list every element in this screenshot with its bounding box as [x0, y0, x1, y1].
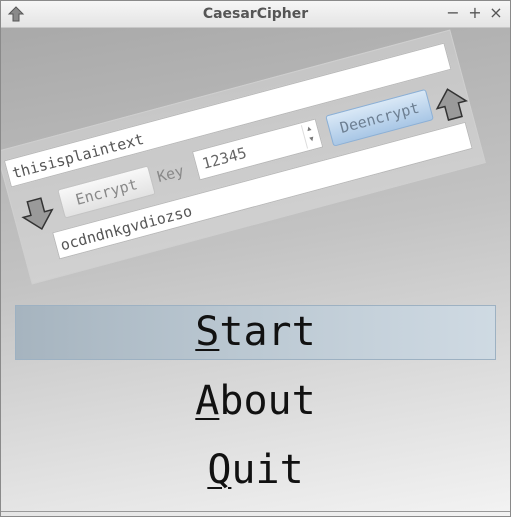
window-bottom-edge[interactable]	[1, 511, 510, 516]
quit-mnemonic: Q	[207, 447, 232, 493]
window-title: CaesarCipher	[202, 6, 309, 22]
close-button[interactable]: ×	[486, 3, 506, 23]
quit-label: uit	[231, 447, 304, 493]
key-label: Key	[155, 161, 186, 187]
quit-button[interactable]: Quit	[1, 447, 510, 493]
arrow-up-icon[interactable]	[431, 83, 474, 129]
minimize-button[interactable]: −	[443, 3, 463, 23]
main-area: thisisplaintext Encrypt Key 12345 ▲ ▼ Dee…	[1, 28, 510, 516]
spinbox-arrows[interactable]: ▲ ▼	[300, 122, 320, 149]
title-bar[interactable]: CaesarCipher − + ×	[1, 1, 510, 28]
about-label: bout	[219, 378, 316, 424]
about-mnemonic: A	[195, 378, 220, 424]
about-button[interactable]: About	[1, 378, 510, 424]
cipher-panel: thisisplaintext Encrypt Key 12345 ▲ ▼ Dee…	[1, 29, 486, 285]
start-mnemonic: S	[195, 309, 220, 355]
key-value: 12345	[200, 143, 249, 173]
start-label: tart	[219, 309, 316, 355]
app-window: CaesarCipher − + × thisisplaintext Encry…	[0, 0, 511, 517]
start-button[interactable]: Start	[1, 309, 510, 355]
maximize-button[interactable]: +	[465, 3, 485, 23]
